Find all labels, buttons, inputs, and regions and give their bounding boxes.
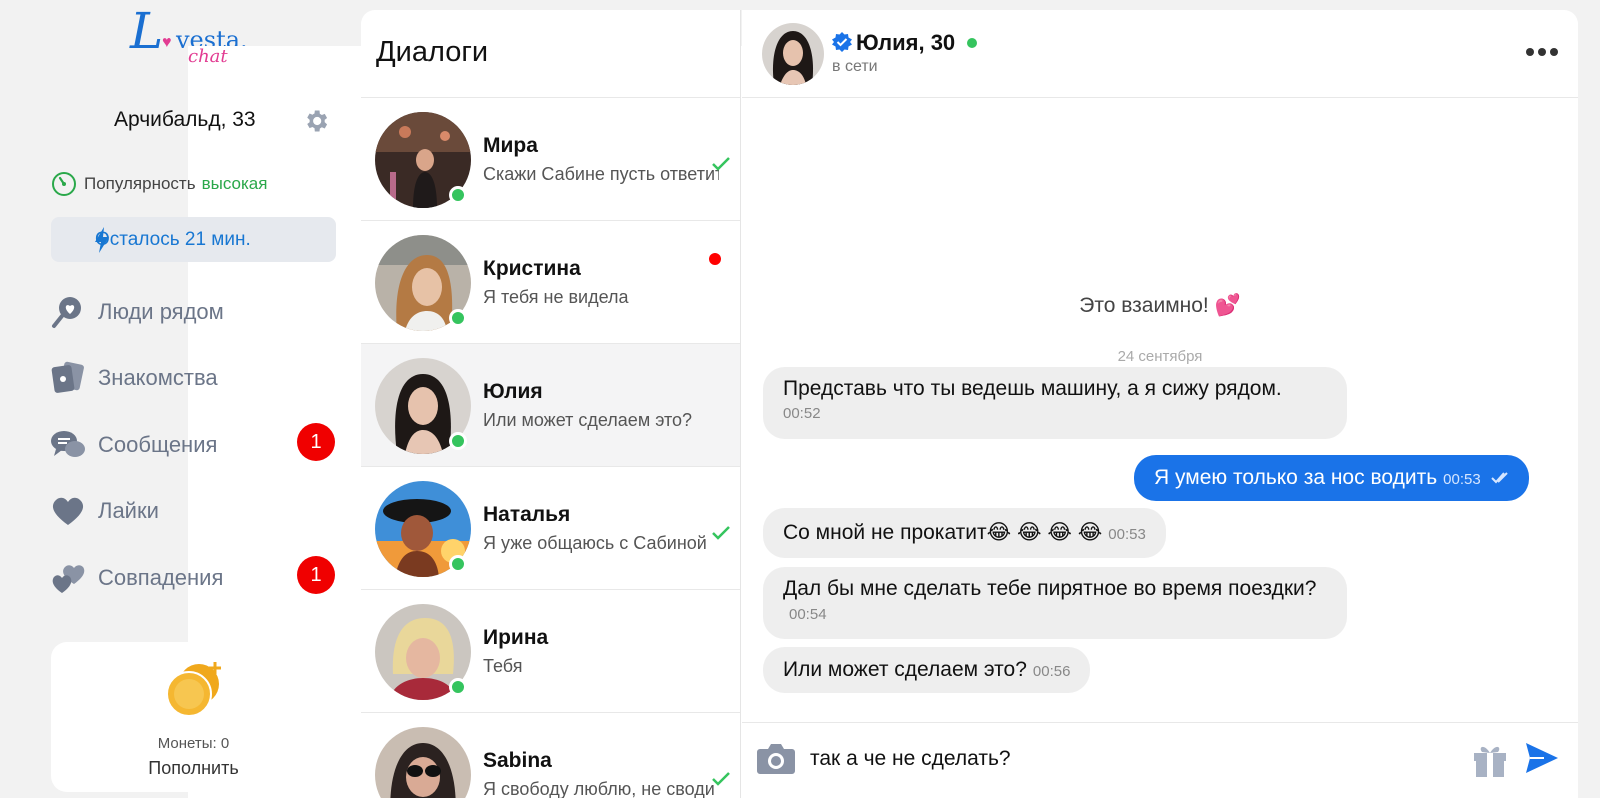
dialog-item[interactable]: Мира Скажи Сабине пусть ответит bbox=[361, 98, 740, 221]
unread-indicator bbox=[709, 253, 721, 265]
message-incoming: Представь что ты ведешь машину, а я сижу… bbox=[763, 367, 1347, 439]
message-outgoing: Я умею только за нос водить 00:53 bbox=[1134, 455, 1529, 501]
dialog-name: Наталья bbox=[483, 503, 571, 526]
popularity-indicator[interactable]: Популярность высокая bbox=[50, 170, 267, 198]
lovesta-logo[interactable]: L ♥ vesta. chat bbox=[130, 2, 1024, 798]
match-notice: Это взаимно! 💕 bbox=[1079, 294, 1241, 317]
dialogs-title: Диалоги bbox=[361, 10, 740, 98]
message-incoming: Или может сделаем это? 00:56 bbox=[763, 647, 1091, 693]
online-indicator bbox=[449, 432, 467, 450]
message-text: Со мной не прокатит😂 😂 😂 😂 bbox=[783, 521, 1103, 544]
dialog-name: Юлия bbox=[483, 380, 543, 403]
nav-label: Люди рядом bbox=[98, 299, 224, 324]
message-text: Я умею только за нос водить bbox=[1154, 466, 1438, 489]
nav-label: Совпадения bbox=[98, 565, 224, 590]
read-check-icon bbox=[712, 526, 730, 540]
date-separator: 24 сентября bbox=[1117, 348, 1203, 365]
send-icon[interactable] bbox=[1524, 741, 1560, 775]
dialog-name: Sabina bbox=[483, 749, 552, 772]
online-indicator bbox=[449, 309, 467, 327]
logo-heart-icon: ♥ bbox=[162, 34, 172, 51]
cards-icon bbox=[51, 361, 84, 393]
time-remaining-button[interactable]: Осталось 21 мин. bbox=[51, 217, 336, 262]
dialog-last-message: Или может сделаем это? bbox=[483, 410, 693, 430]
chat-header: Юлия, 30 в сети bbox=[742, 10, 1578, 98]
topup-link[interactable]: Пополнить bbox=[51, 758, 336, 779]
nav-label: Сообщения bbox=[98, 432, 218, 457]
messages-count-badge: 1 bbox=[297, 423, 335, 461]
online-indicator bbox=[449, 678, 467, 696]
message-time: 00:53 bbox=[1108, 526, 1146, 543]
time-remaining-label: Осталось 21 мин. bbox=[95, 228, 251, 250]
dialogs-panel: Диалоги Мира Скажи Сабине пусть ответит … bbox=[361, 10, 741, 798]
message-time: 00:54 bbox=[789, 606, 827, 623]
nav-people-nearby[interactable]: Люди рядом bbox=[50, 289, 340, 335]
online-indicator bbox=[449, 555, 467, 573]
dialog-item-active[interactable]: Юлия Или может сделаем это? bbox=[361, 344, 740, 467]
gear-icon[interactable] bbox=[302, 107, 330, 135]
more-options-icon[interactable] bbox=[1526, 48, 1558, 56]
sidebar: L ♥ vesta. chat Арчибальд, 33 Популярнос… bbox=[0, 0, 1024, 798]
dialog-item[interactable]: Ирина Тебя bbox=[361, 590, 740, 713]
dialog-last-message: Я свободу люблю, не своди bbox=[483, 779, 715, 798]
chat-avatar[interactable] bbox=[762, 23, 824, 85]
popularity-label: Популярность bbox=[84, 174, 196, 193]
dialog-name: Мира bbox=[483, 134, 538, 157]
popularity-value: высокая bbox=[201, 174, 268, 193]
read-check-icon bbox=[712, 157, 730, 171]
coins-balance: Монеты: 0 bbox=[157, 735, 230, 752]
message-incoming: Дал бы мне сделать тебе пирятное во врем… bbox=[763, 567, 1347, 639]
chat-panel: Юлия, 30 в сети Это взаимно! 💕 24 сентяб… bbox=[742, 10, 1578, 798]
message-time: 00:52 bbox=[783, 405, 821, 422]
nav-label: Лайки bbox=[98, 498, 159, 523]
gauge-icon bbox=[52, 172, 76, 196]
message-input[interactable]: так а че не сделать? bbox=[810, 747, 1011, 771]
dialog-item[interactable]: Кристина Я тебя не видела bbox=[361, 221, 740, 344]
read-check-icon bbox=[712, 772, 730, 786]
lightning-icon bbox=[95, 227, 109, 253]
gift-icon[interactable] bbox=[1470, 739, 1510, 779]
logo-letter: L bbox=[130, 2, 164, 60]
online-indicator bbox=[449, 186, 467, 204]
people-nearby-icon bbox=[52, 297, 81, 328]
matches-count-badge: 1 bbox=[297, 556, 335, 594]
message-text: Представь что ты ведешь машину, а я сижу… bbox=[783, 377, 1282, 400]
nav-label: Знакомства bbox=[98, 365, 218, 390]
profile-username[interactable]: Арчибальд, 33 bbox=[114, 108, 256, 132]
heart-icon bbox=[52, 497, 84, 525]
nav-dating[interactable]: Знакомства bbox=[50, 355, 340, 401]
dialog-name: Ирина bbox=[483, 626, 549, 649]
dialog-item[interactable]: Наталья Я уже общаюсь с Сабиной bbox=[361, 467, 740, 590]
dialog-name: Кристина bbox=[483, 257, 581, 280]
message-time: 00:53 bbox=[1443, 471, 1481, 488]
dialog-last-message: Тебя bbox=[483, 656, 523, 676]
dialog-last-message: Я уже общаюсь с Сабиной bbox=[483, 533, 707, 553]
dialog-last-message: Я тебя не видела bbox=[483, 287, 629, 307]
avatar bbox=[375, 727, 471, 798]
two-hearts-icon bbox=[52, 565, 85, 593]
coins-card[interactable]: Монеты: 0 Пополнить bbox=[51, 642, 336, 792]
dialog-last-message: Скажи Сабине пусть ответит bbox=[483, 164, 719, 184]
read-check-icon bbox=[1490, 472, 1508, 484]
camera-icon[interactable] bbox=[756, 741, 796, 775]
chat-contact-name[interactable]: Юлия, 30 bbox=[856, 30, 955, 56]
message-text: Дал бы мне сделать тебе пирятное во врем… bbox=[783, 577, 1317, 600]
message-incoming: Со мной не прокатит😂 😂 😂 😂 00:53 bbox=[763, 508, 1166, 558]
message-time: 00:56 bbox=[1032, 663, 1071, 680]
dialog-item[interactable]: Sabina Я свободу люблю, не своди bbox=[361, 713, 740, 798]
message-text: Или может сделаем это? bbox=[783, 658, 1027, 681]
online-indicator bbox=[967, 38, 977, 48]
chat-contact-status: в сети bbox=[832, 58, 878, 75]
coins-icon bbox=[166, 662, 221, 717]
nav-likes[interactable]: Лайки bbox=[50, 488, 340, 534]
chat-bubbles-icon bbox=[51, 431, 85, 457]
message-composer: так а че не сделать? bbox=[742, 722, 1578, 798]
verified-icon bbox=[832, 32, 852, 52]
